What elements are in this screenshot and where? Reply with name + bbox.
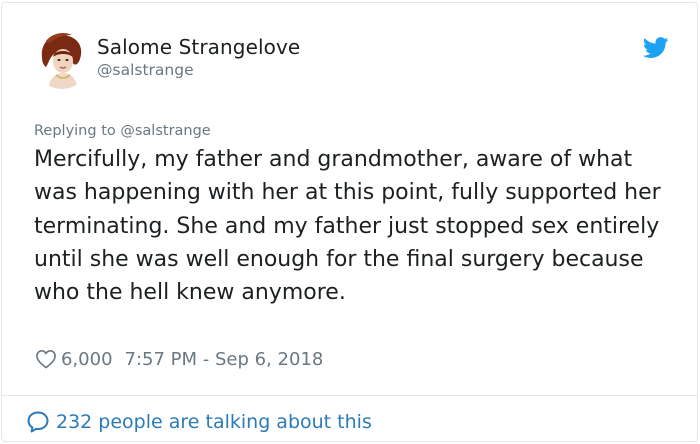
- conversation-link[interactable]: 232 people are talking about this: [26, 408, 372, 436]
- timestamp[interactable]: 7:57 PM - Sep 6, 2018: [125, 349, 324, 370]
- author-handle[interactable]: @salstrange: [97, 61, 194, 79]
- heart-icon[interactable]: [35, 349, 57, 369]
- conversation-label[interactable]: 232 people are talking about this: [56, 411, 372, 433]
- replying-to[interactable]: Replying to @salstrange: [34, 123, 211, 139]
- tweet-meta: 6,000 7:57 PM - Sep 6, 2018: [35, 346, 323, 372]
- avatar-image: [34, 31, 90, 89]
- avatar[interactable]: [34, 31, 90, 89]
- author-name[interactable]: Salome Strangelove: [97, 35, 300, 59]
- tweet-text: Mercifully, my father and grandmother, a…: [34, 147, 661, 306]
- tweet-card: Salome Strangelove @salstrange Replying …: [1, 2, 698, 442]
- like-count[interactable]: 6,000: [61, 349, 113, 370]
- twitter-bird-icon[interactable]: [643, 37, 669, 59]
- speech-bubble-icon: [27, 411, 49, 433]
- divider: [2, 395, 697, 396]
